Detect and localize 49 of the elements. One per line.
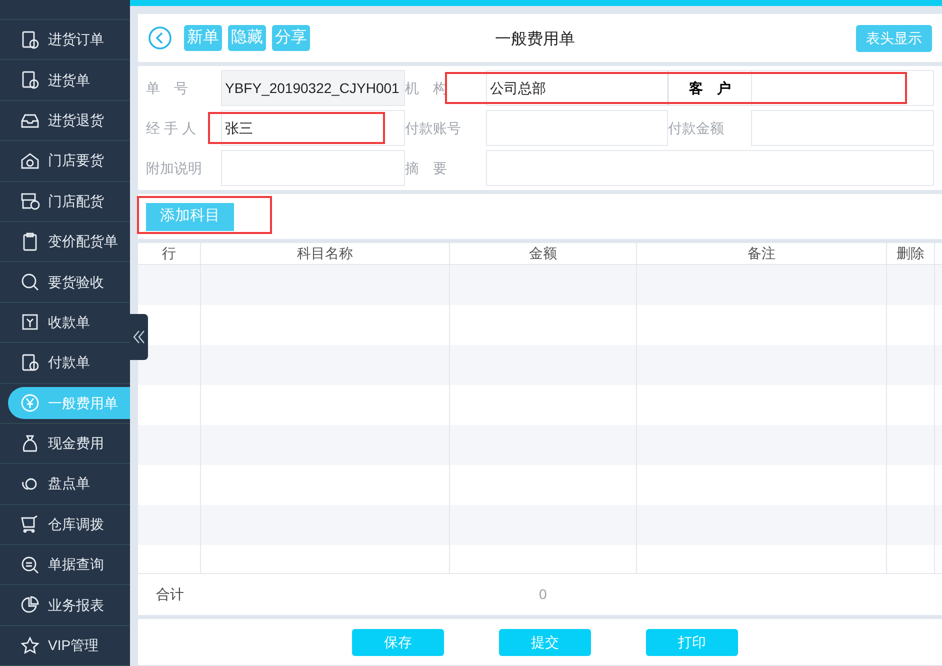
page-title: 一般费用单: [495, 30, 575, 50]
document-icon: [20, 70, 40, 90]
document-icon: [20, 30, 40, 50]
input-field[interactable]: YBFY_20190322_CJYH001: [221, 70, 405, 106]
document-icon: [20, 352, 40, 373]
sidebar-item[interactable]: 门店要货: [8, 144, 130, 177]
back-icon[interactable]: [148, 26, 172, 50]
field-label: 付款金额: [668, 118, 725, 138]
column-header: 科目名称: [201, 243, 450, 264]
field-label: 经 手 人: [146, 118, 197, 138]
sidebar-item[interactable]: 变价配货单: [8, 226, 130, 258]
total-label: 合计: [156, 585, 184, 604]
sidebar-item[interactable]: 业务报表: [8, 589, 130, 622]
field-label: 摘 要: [405, 158, 448, 178]
input-field[interactable]: [221, 150, 405, 186]
sidebar-item[interactable]: 付款单: [8, 346, 130, 379]
star-icon: [20, 636, 40, 656]
collapse-tab[interactable]: [130, 314, 148, 360]
column-header: 金额: [450, 243, 637, 264]
sidebar-item[interactable]: 仓库调拨: [8, 508, 130, 540]
sidebar-item[interactable]: 收款单: [8, 306, 130, 338]
money-bag-icon: [20, 434, 40, 454]
sidebar-item[interactable]: 门店配货: [8, 185, 130, 218]
yen-circle-icon: [20, 393, 40, 414]
sidebar-item[interactable]: 进货订单: [8, 24, 130, 56]
field-label: 单 号: [146, 78, 189, 98]
field-label: 附加说明: [146, 158, 203, 178]
input-field[interactable]: [486, 150, 934, 186]
input-field[interactable]: [751, 70, 934, 106]
house-icon: [20, 150, 40, 171]
column-header: 删除: [887, 243, 935, 264]
input-field[interactable]: [486, 110, 668, 146]
pie-chart-icon: [20, 595, 40, 616]
sidebar-item[interactable]: 进货单: [8, 64, 130, 96]
column-header: 行: [138, 243, 201, 264]
sidebar-item[interactable]: 现金费用: [8, 428, 130, 460]
magnifier-icon: [20, 272, 40, 292]
column-header: 备注: [637, 243, 887, 264]
total-value: 0: [539, 585, 547, 604]
magnifier-icon: [20, 554, 40, 575]
input-field[interactable]: [751, 110, 934, 146]
sidebar-item[interactable]: 要货验收: [8, 266, 130, 298]
double-chevron-icon: [133, 330, 145, 344]
sidebar-item[interactable]: VIP管理: [8, 630, 130, 662]
field-label: 付款账号: [405, 118, 462, 138]
sidebar-item[interactable]: 盘点单: [8, 468, 130, 500]
sidebar-item[interactable]: 单据查询: [8, 548, 130, 581]
sidebar-item[interactable]: 进货退货: [8, 104, 130, 136]
cart-icon: [20, 514, 40, 534]
